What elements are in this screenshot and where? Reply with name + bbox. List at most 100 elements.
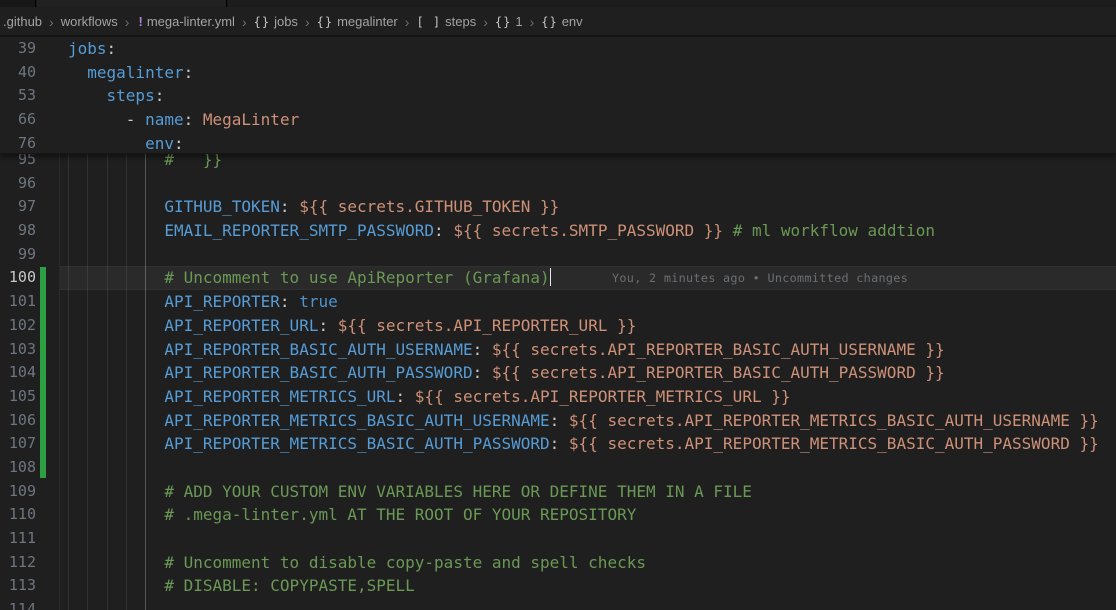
breadcrumb-item-jobs[interactable]: {}jobs: [254, 14, 298, 29]
token: :: [473, 363, 483, 382]
code-line-108[interactable]: 108: [0, 456, 1116, 480]
code-line-113[interactable]: 113 # DISABLE: COPYPASTE,SPELL: [0, 574, 1116, 598]
token: name: [145, 110, 184, 129]
line-number[interactable]: 105: [0, 385, 36, 409]
editor[interactable]: 95 # }}9697 GITHUB_TOKEN: ${{ secrets.GI…: [0, 35, 1116, 610]
code-text: GITHUB_TOKEN: ${{ secrets.GITHUB_TOKEN }…: [68, 195, 559, 219]
code-line-103[interactable]: 103 API_REPORTER_BASIC_AUTH_USERNAME: ${…: [0, 338, 1116, 362]
code-line-110[interactable]: 110 # .mega-linter.yml AT THE ROOT OF YO…: [0, 503, 1116, 527]
token: [68, 411, 164, 430]
code-line-106[interactable]: 106 API_REPORTER_METRICS_BASIC_AUTH_USER…: [0, 409, 1116, 433]
token: [68, 387, 164, 406]
token: API_REPORTER_BASIC_AUTH_USERNAME: [164, 340, 472, 359]
token: :: [155, 86, 165, 105]
line-number[interactable]: 101: [0, 290, 36, 314]
text-cursor: [550, 268, 552, 286]
line-number[interactable]: 102: [0, 314, 36, 338]
breadcrumb: .github›workflows›!mega-linter.yml›{}job…: [0, 8, 1116, 35]
token: [68, 86, 107, 105]
gutter-added-indicator[interactable]: [40, 267, 46, 478]
token: [723, 221, 733, 240]
token: :: [174, 134, 184, 153]
code-line-98[interactable]: 98 EMAIL_REPORTER_SMTP_PASSWORD: ${{ sec…: [0, 219, 1116, 243]
line-number[interactable]: 114: [0, 598, 36, 610]
code-line-105[interactable]: 105 API_REPORTER_METRICS_URL: ${{ secret…: [0, 385, 1116, 409]
line-number[interactable]: 76: [0, 132, 36, 156]
line-number[interactable]: 40: [0, 61, 36, 85]
token: [193, 110, 203, 129]
token: [290, 197, 300, 216]
code-text: # Uncomment to use ApiReporter (Grafana): [68, 266, 551, 290]
breadcrumb-label: 1: [515, 14, 522, 29]
breadcrumb-label: workflows: [61, 14, 118, 29]
code-line-100[interactable]: 100 # Uncomment to use ApiReporter (Graf…: [0, 266, 1116, 290]
token: [328, 316, 338, 335]
breadcrumb-label: megalinter: [337, 14, 398, 29]
line-number[interactable]: 110: [0, 503, 36, 527]
token: ${{ secrets.API_REPORTER_BASIC_AUTH_PASS…: [492, 363, 945, 382]
breadcrumb-item-megalinter[interactable]: {} megalinter: [317, 14, 398, 29]
code-text: # DISABLE: COPYPASTE,SPELL: [68, 574, 415, 598]
token: [405, 387, 415, 406]
code-line-104[interactable]: 104 API_REPORTER_BASIC_AUTH_PASSWORD: ${…: [0, 361, 1116, 385]
line-number[interactable]: 109: [0, 480, 36, 504]
breadcrumb-item-1[interactable]: {}1: [495, 14, 523, 29]
sticky-scroll[interactable]: 39jobs:40 megalinter:53 steps:66 - name:…: [0, 35, 1116, 154]
token: :: [550, 434, 560, 453]
code-text: - name: MegaLinter: [68, 108, 299, 132]
code-area[interactable]: 95 # }}9697 GITHUB_TOKEN: ${{ secrets.GI…: [0, 148, 1116, 610]
code-text: steps:: [68, 84, 164, 108]
token: :: [184, 63, 194, 82]
line-number[interactable]: 97: [0, 195, 36, 219]
symbol-object-icon: {}: [317, 15, 333, 29]
line-number[interactable]: 112: [0, 551, 36, 575]
code-line-107[interactable]: 107 API_REPORTER_METRICS_BASIC_AUTH_PASS…: [0, 432, 1116, 456]
line-number[interactable]: 108: [0, 456, 36, 480]
sticky-line-53[interactable]: 53 steps:: [0, 84, 1116, 108]
token: [68, 110, 126, 129]
token: ${{ secrets.API_REPORTER_METRICS_BASIC_A…: [569, 434, 1099, 453]
sticky-line-76[interactable]: 76 env:: [0, 132, 1116, 156]
chevron-separator-icon: ›: [242, 15, 247, 29]
line-number[interactable]: 100: [0, 266, 36, 290]
code-line-99[interactable]: 99: [0, 243, 1116, 267]
breadcrumb-label: env: [562, 14, 583, 29]
code-line-102[interactable]: 102 API_REPORTER_URL: ${{ secrets.API_RE…: [0, 314, 1116, 338]
line-number[interactable]: 96: [0, 172, 36, 196]
token: API_REPORTER_METRICS_BASIC_AUTH_PASSWORD: [164, 434, 549, 453]
sticky-line-40[interactable]: 40 megalinter:: [0, 61, 1116, 85]
code-line-101[interactable]: 101 API_REPORTER: true: [0, 290, 1116, 314]
line-number[interactable]: 106: [0, 409, 36, 433]
breadcrumb-item-mega-linter-yml[interactable]: !mega-linter.yml: [136, 14, 234, 29]
token: [444, 221, 454, 240]
line-number[interactable]: 103: [0, 338, 36, 362]
line-number[interactable]: 113: [0, 574, 36, 598]
line-number[interactable]: 66: [0, 108, 36, 132]
line-number[interactable]: 111: [0, 527, 36, 551]
chevron-separator-icon: ›: [405, 15, 410, 29]
breadcrumb-item-workflows[interactable]: workflows: [61, 14, 118, 29]
code-line-111[interactable]: 111: [0, 527, 1116, 551]
breadcrumb-item-steps[interactable]: [ ]steps: [416, 14, 476, 29]
code-line-97[interactable]: 97 GITHUB_TOKEN: ${{ secrets.GITHUB_TOKE…: [0, 195, 1116, 219]
breadcrumb-item--github[interactable]: .github: [3, 14, 42, 29]
blame-annotation: You, 2 minutes ago • Uncommitted changes: [612, 267, 908, 291]
line-number[interactable]: 39: [0, 37, 36, 61]
line-number[interactable]: 99: [0, 243, 36, 267]
line-number[interactable]: 53: [0, 84, 36, 108]
code-line-96[interactable]: 96: [0, 172, 1116, 196]
breadcrumb-item-env[interactable]: {}env: [541, 14, 582, 29]
token: env: [145, 134, 174, 153]
code-line-112[interactable]: 112 # Uncomment to disable copy-paste an…: [0, 551, 1116, 575]
line-number[interactable]: 104: [0, 361, 36, 385]
token: [559, 434, 569, 453]
sticky-line-39[interactable]: 39jobs:: [0, 37, 1116, 61]
sticky-line-66[interactable]: 66 - name: MegaLinter: [0, 108, 1116, 132]
code-line-109[interactable]: 109 # ADD YOUR CUSTOM ENV VARIABLES HERE…: [0, 480, 1116, 504]
breadcrumb-label: steps: [445, 14, 476, 29]
breadcrumb-label: mega-linter.yml: [147, 14, 235, 29]
line-number[interactable]: 107: [0, 432, 36, 456]
line-number[interactable]: 98: [0, 219, 36, 243]
code-line-114[interactable]: 114: [0, 598, 1116, 610]
token: megalinter: [87, 63, 183, 82]
